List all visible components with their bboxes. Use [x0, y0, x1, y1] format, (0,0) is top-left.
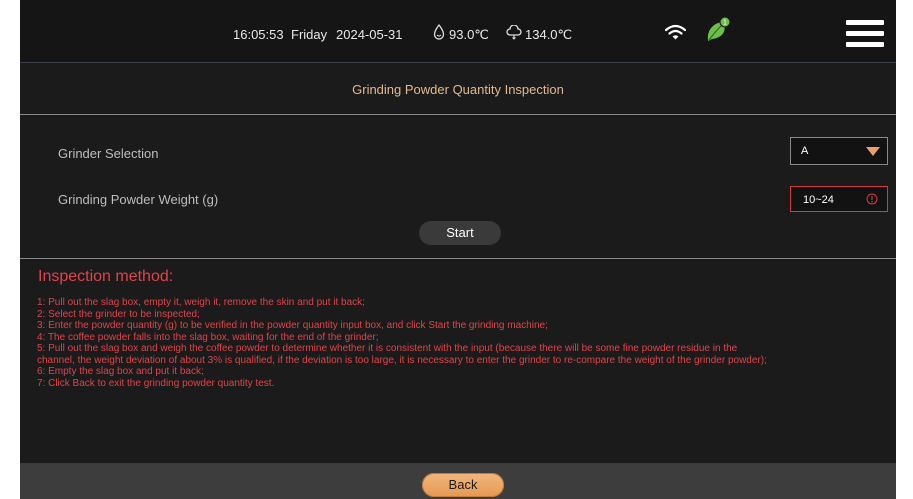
start-button[interactable]: Start — [419, 221, 501, 245]
page-title: Grinding Powder Quantity Inspection — [352, 82, 564, 97]
date: 2024-05-31 — [336, 27, 403, 42]
powder-weight-input[interactable]: 10~24 — [790, 186, 888, 212]
inspection-steps: 1: Pull out the slag box, empty it, weig… — [37, 297, 896, 389]
steam-temperature: 134.0℃ — [525, 27, 573, 42]
steam-temp-icon — [506, 25, 522, 40]
grinder-select[interactable]: A — [790, 137, 888, 165]
powder-weight-label: Grinding Powder Weight (g) — [58, 192, 219, 207]
notification-badge: 1 — [723, 20, 727, 27]
form-divider — [20, 258, 896, 259]
water-temperature: 93.0℃ — [449, 27, 489, 42]
water-temp-icon — [433, 24, 445, 40]
error-icon — [866, 193, 878, 205]
inspection-step: 2: Select the grinder to be inspected; — [37, 308, 200, 320]
title-divider — [20, 114, 896, 115]
inspection-step: 6: Empty the slag box and put it back; — [37, 366, 204, 377]
wifi-icon — [665, 24, 686, 40]
inspection-step: 4: The coffee powder falls into the slag… — [37, 331, 379, 343]
app-screen: 16:05:53 Friday 2024-05-31 93.0℃ 134.0℃ … — [20, 0, 896, 499]
inspection-step: 5: Pull out the slag box and weigh the c… — [37, 343, 738, 354]
grinder-select-value: A — [801, 145, 809, 157]
inspection-step: 7: Click Back to exit the grinding powde… — [37, 377, 275, 389]
inspection-step: channel, the weight deviation of about 3… — [37, 354, 767, 366]
menu-icon[interactable] — [846, 20, 884, 48]
back-button[interactable]: Back — [422, 473, 504, 497]
dropdown-arrow-icon — [866, 147, 880, 156]
inspection-method-title: Inspection method: — [38, 268, 174, 285]
clock-time: 16:05:53 — [233, 27, 284, 42]
status-bar: 16:05:53 Friday 2024-05-31 93.0℃ 134.0℃ … — [20, 0, 896, 63]
inspection-step: 3: Enter the powder quantity (g) to be v… — [37, 320, 548, 331]
grinder-selection-label: Grinder Selection — [58, 146, 159, 161]
leaf-icon[interactable]: 1 — [704, 15, 734, 45]
weekday: Friday — [291, 27, 328, 42]
powder-weight-value: 10~24 — [803, 194, 834, 206]
inspection-step: 1: Pull out the slag box, empty it, weig… — [37, 297, 365, 308]
